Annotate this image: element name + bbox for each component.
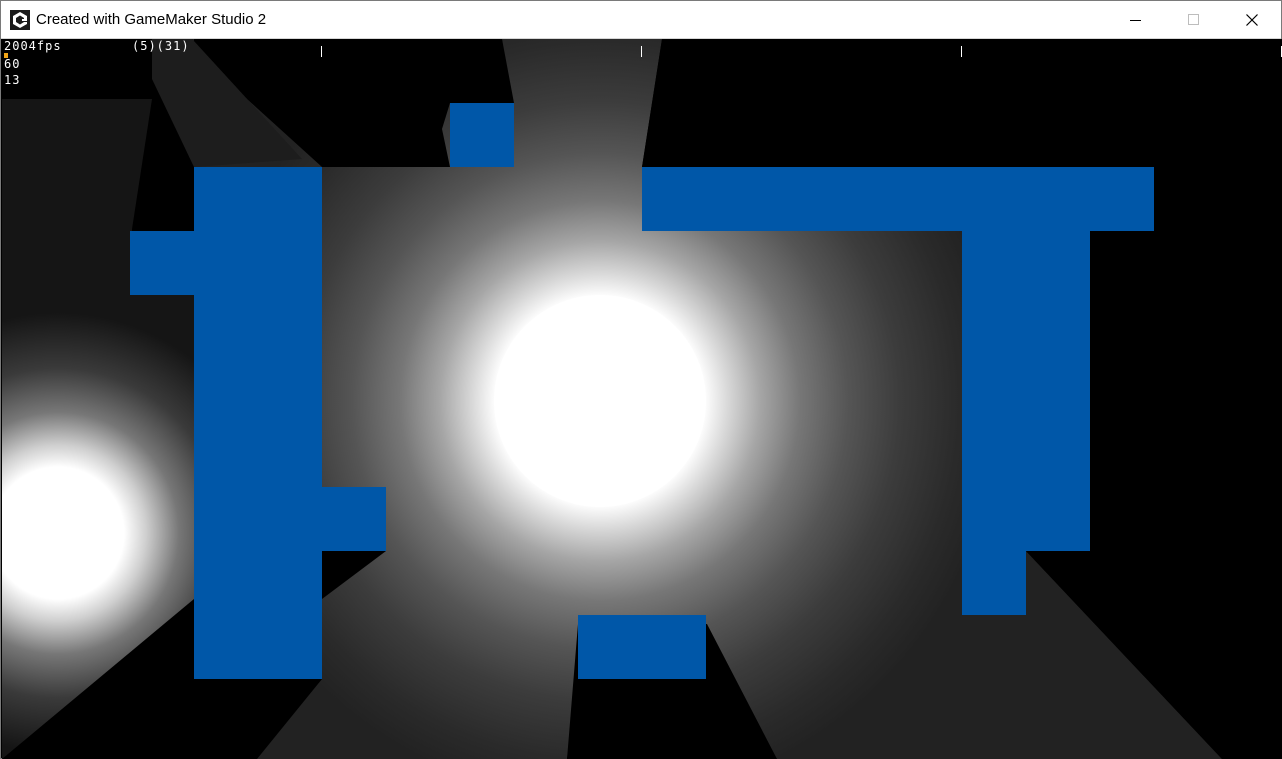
wall-block	[450, 103, 514, 167]
debug-counter: (5)(31)	[132, 39, 190, 53]
wall-block	[962, 231, 1090, 551]
game-window: Created with GameMaker Studio 2 2004fps …	[0, 0, 1282, 759]
game-viewport[interactable]: 2004fps (5)(31) 60 13	[2, 39, 1282, 759]
wall-block	[322, 487, 386, 551]
debug-value-3: 13	[4, 73, 21, 87]
wall-block	[962, 551, 1026, 615]
gamemaker-logo-icon	[10, 10, 30, 30]
debug-value-2: 60	[4, 57, 21, 71]
wall-block	[642, 167, 1154, 231]
fps-readout: 2004fps	[4, 39, 62, 53]
game-scene	[2, 39, 1282, 759]
window-title: Created with GameMaker Studio 2	[36, 11, 267, 28]
shadow-top-right	[642, 39, 1282, 167]
wall-block	[130, 231, 194, 295]
debug-tick	[321, 46, 322, 57]
debug-tick	[961, 46, 962, 57]
wall-block	[578, 615, 706, 679]
close-icon	[1246, 13, 1258, 26]
shadow-wedge-left	[152, 39, 302, 167]
wall-block	[194, 167, 322, 679]
main-light-orb	[494, 295, 706, 507]
debug-tick	[641, 46, 642, 57]
close-button[interactable]	[1223, 1, 1281, 38]
title-bar[interactable]: Created with GameMaker Studio 2	[1, 1, 1281, 39]
maximize-button[interactable]	[1165, 1, 1223, 38]
maximize-icon	[1188, 13, 1199, 25]
minimize-button[interactable]	[1107, 1, 1165, 38]
minimize-icon	[1130, 19, 1141, 21]
